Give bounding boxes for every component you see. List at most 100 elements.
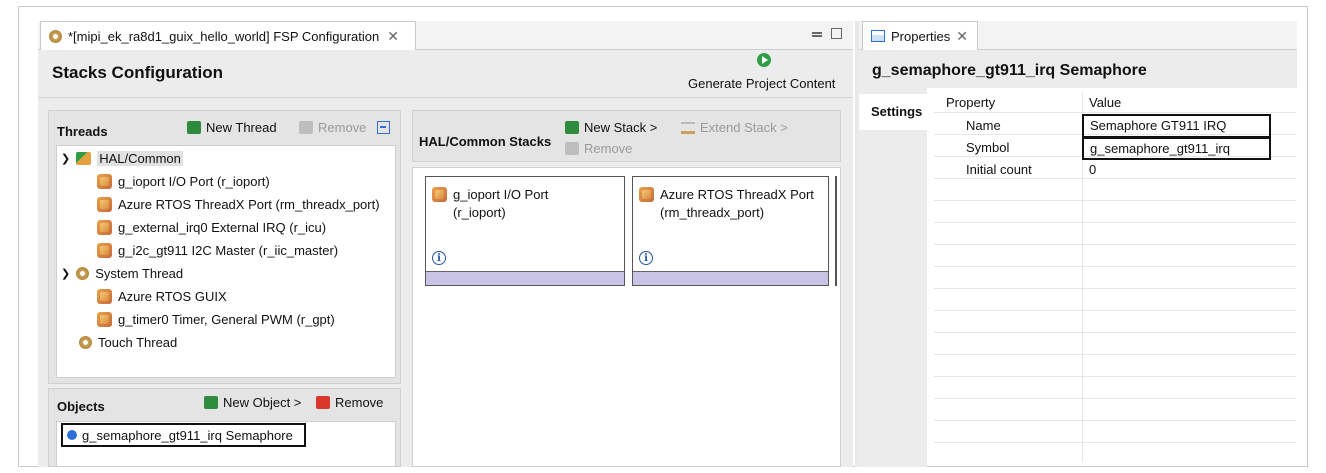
chevron-down-icon[interactable]: ❯ <box>61 152 70 165</box>
tree-item-label: g_timer0 Timer, General PWM (r_gpt) <box>118 312 335 327</box>
object-icon <box>67 430 77 440</box>
threads-tree: ❯ HAL/Common g_ioport I/O Port (r_ioport… <box>56 145 396 378</box>
column-header-value: Value <box>1089 95 1122 110</box>
tree-item-label: Touch Thread <box>98 335 178 350</box>
tree-item-threadx-port[interactable]: Azure RTOS ThreadX Port (rm_threadx_port… <box>97 197 380 212</box>
component-icon <box>97 243 112 258</box>
tree-item-i2c[interactable]: g_i2c_gt911 I2C Master (r_iic_master) <box>97 243 338 258</box>
tree-item-ioport[interactable]: g_ioport I/O Port (r_ioport) <box>97 174 270 189</box>
extend-stack-button[interactable]: Extend Stack > <box>681 120 788 135</box>
properties-icon <box>871 30 885 42</box>
stack-card-header: Azure RTOS ThreadX Port (rm_threadx_port… <box>639 187 814 220</box>
extend-stack-label: Extend Stack > <box>700 120 788 135</box>
objects-title: Objects <box>57 399 105 414</box>
component-icon <box>97 197 112 212</box>
tree-item-timer[interactable]: g_timer0 Timer, General PWM (r_gpt) <box>97 312 335 327</box>
chevron-down-icon[interactable]: ❯ <box>61 267 70 280</box>
remove-icon <box>565 142 579 155</box>
threads-title: Threads <box>57 124 108 139</box>
tree-item-system-thread[interactable]: ❯ System Thread <box>61 266 183 281</box>
grid-line <box>934 310 1296 311</box>
tree-item-label: Azure RTOS ThreadX Port (rm_threadx_port… <box>118 197 380 212</box>
properties-tab[interactable]: Properties ✕ <box>862 21 978 50</box>
generate-button[interactable]: Generate Project Content <box>680 52 846 94</box>
gear-icon <box>79 336 92 349</box>
collapse-all-icon[interactable] <box>377 121 390 134</box>
add-icon <box>187 121 201 134</box>
page-title: Stacks Configuration <box>52 63 223 82</box>
maximize-button[interactable] <box>831 28 842 39</box>
new-stack-label: New Stack > <box>584 120 658 135</box>
stack-card-footer <box>633 271 828 285</box>
folder-icon <box>76 152 92 165</box>
editor-tab-title: *[mipi_ek_ra8d1_guix_hello_world] FSP Co… <box>68 28 380 44</box>
property-symbol-value[interactable]: g_semaphore_gt911_irq <box>1082 137 1271 160</box>
remove-icon <box>316 396 330 409</box>
stacks-title: HAL/Common Stacks <box>419 134 552 149</box>
stack-card-line2: (rm_threadx_port) <box>660 205 765 220</box>
new-thread-label: New Thread <box>206 120 277 135</box>
tree-item-label: g_external_irq0 External IRQ (r_icu) <box>118 220 327 235</box>
remove-stack-label: Remove <box>584 141 633 156</box>
tree-item-touch-thread[interactable]: Touch Thread <box>79 335 177 350</box>
component-icon <box>97 312 112 327</box>
tab-settings[interactable]: Settings <box>859 94 927 130</box>
grid-line <box>934 200 1296 201</box>
column-header-property: Property <box>946 95 996 110</box>
remove-thread-button[interactable]: Remove <box>299 120 366 135</box>
grid-line <box>934 442 1296 443</box>
remove-object-label: Remove <box>335 395 384 410</box>
close-icon[interactable]: ✕ <box>956 28 968 45</box>
tree-item-label: HAL/Common <box>97 151 183 166</box>
play-icon <box>757 53 771 67</box>
object-item-semaphore[interactable]: g_semaphore_gt911_irq Semaphore <box>61 423 306 447</box>
object-item-label: g_semaphore_gt911_irq Semaphore <box>82 427 293 443</box>
stack-card-line1: Azure RTOS ThreadX Port <box>660 187 814 202</box>
property-initial-count-label: Initial count <box>966 162 1032 177</box>
component-icon <box>639 187 654 202</box>
tree-item-label: Azure RTOS GUIX <box>118 289 227 304</box>
tree-item-hal-common[interactable]: ❯ HAL/Common <box>61 151 183 166</box>
new-object-button[interactable]: New Object > <box>204 395 301 410</box>
info-icon[interactable]: i <box>639 251 653 265</box>
grid-line <box>934 354 1296 355</box>
grid-line <box>934 112 1296 113</box>
property-name-label: Name <box>966 118 1001 133</box>
grid-line <box>934 222 1296 223</box>
close-icon[interactable]: ✕ <box>387 28 399 45</box>
stack-card-edge <box>835 176 837 286</box>
new-stack-button[interactable]: New Stack > <box>565 120 657 135</box>
settings-sidebar <box>859 88 927 467</box>
tree-item-external-irq[interactable]: g_external_irq0 External IRQ (r_icu) <box>97 220 326 235</box>
tree-item-label: System Thread <box>95 266 184 281</box>
new-object-label: New Object > <box>223 395 302 410</box>
property-name-value[interactable]: Semaphore GT911 IRQ <box>1082 114 1271 138</box>
remove-thread-label: Remove <box>318 120 367 135</box>
grid-line <box>934 398 1296 399</box>
grid-line <box>934 332 1296 333</box>
stack-card-ioport[interactable]: g_ioport I/O Port (r_ioport) i <box>425 176 625 286</box>
stack-card-threadx-port[interactable]: Azure RTOS ThreadX Port (rm_threadx_port… <box>632 176 829 286</box>
grid-line <box>934 288 1296 289</box>
properties-tab-title: Properties <box>891 28 951 44</box>
property-symbol-label: Symbol <box>966 140 1010 155</box>
stacks-toolbar: HAL/Common Stacks New Stack > Extend Sta… <box>412 110 841 162</box>
add-icon <box>565 121 579 134</box>
tree-item-label: g_i2c_gt911 I2C Master (r_iic_master) <box>118 243 339 258</box>
editor-tab[interactable]: *[mipi_ek_ra8d1_guix_hello_world] FSP Co… <box>40 21 416 50</box>
property-initial-count-value[interactable]: 0 <box>1089 162 1096 177</box>
tree-item-label: g_ioport I/O Port (r_ioport) <box>118 174 270 189</box>
new-thread-button[interactable]: New Thread <box>187 120 277 135</box>
remove-stack-button[interactable]: Remove <box>565 141 632 156</box>
grid-line <box>934 244 1296 245</box>
tree-item-guix[interactable]: Azure RTOS GUIX <box>97 289 227 304</box>
add-icon <box>204 396 218 409</box>
component-icon <box>97 289 112 304</box>
remove-object-button[interactable]: Remove <box>316 395 383 410</box>
extend-icon <box>681 121 695 134</box>
info-icon[interactable]: i <box>432 251 446 265</box>
gear-icon <box>76 267 90 280</box>
gear-icon <box>49 29 62 43</box>
stack-card-header: g_ioport I/O Port (r_ioport) <box>432 187 548 220</box>
minimize-button[interactable] <box>812 32 822 37</box>
